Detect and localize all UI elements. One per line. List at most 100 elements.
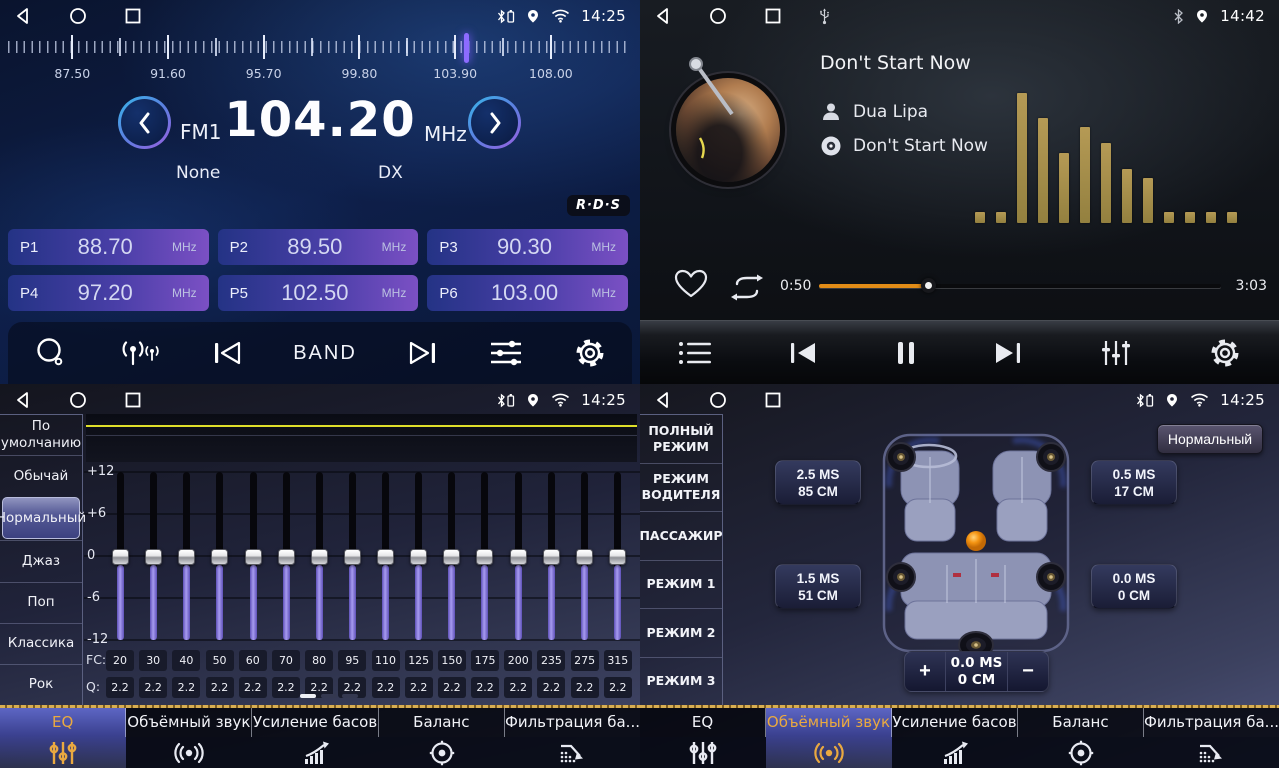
- listening-mode-item[interactable]: ПАССАЖИР: [640, 511, 722, 560]
- fc-value[interactable]: 50: [206, 650, 234, 671]
- fc-value[interactable]: 40: [172, 650, 200, 671]
- slider-handle[interactable]: [377, 549, 394, 565]
- slider-handle[interactable]: [476, 549, 493, 565]
- q-value[interactable]: 2.2: [537, 677, 565, 698]
- tab-surround[interactable]: Объёмный звук: [766, 708, 892, 768]
- eq-band-slider[interactable]: [443, 472, 460, 640]
- tab-bass-boost[interactable]: Усиление басов: [892, 708, 1018, 768]
- fc-value[interactable]: 95: [338, 650, 366, 671]
- eq-band-slider[interactable]: [112, 472, 129, 640]
- q-value[interactable]: 2.2: [571, 677, 599, 698]
- next-track-icon[interactable]: [993, 340, 1023, 366]
- tab-filter[interactable]: Фильтрация ба...: [1144, 708, 1279, 768]
- fc-value[interactable]: 60: [239, 650, 267, 671]
- nav-home-button[interactable]: [709, 7, 727, 25]
- progress-thumb[interactable]: [921, 278, 936, 293]
- settings-gear-icon[interactable]: [1209, 337, 1241, 369]
- fc-value[interactable]: 175: [471, 650, 499, 671]
- nav-recents-button[interactable]: [764, 7, 782, 25]
- eq-band-slider[interactable]: [311, 472, 328, 640]
- q-value[interactable]: 2.2: [139, 677, 167, 698]
- fc-value[interactable]: 275: [571, 650, 599, 671]
- eq-preset-item[interactable]: Нормальный: [2, 497, 80, 539]
- slider-handle[interactable]: [178, 549, 195, 565]
- listening-mode-item[interactable]: РЕЖИМ ВОДИТЕЛЯ: [640, 463, 722, 512]
- increase-delay-button[interactable]: +: [905, 652, 945, 691]
- slider-handle[interactable]: [410, 549, 427, 565]
- equalizer-icon[interactable]: [489, 339, 523, 367]
- progress-bar[interactable]: [819, 284, 1221, 288]
- next-station-icon[interactable]: [408, 340, 438, 366]
- q-value[interactable]: 2.2: [206, 677, 234, 698]
- eq-band-slider[interactable]: [410, 472, 427, 640]
- radio-preset-button[interactable]: P390.30MHz: [427, 229, 628, 265]
- q-value[interactable]: 2.2: [172, 677, 200, 698]
- slider-handle[interactable]: [145, 549, 162, 565]
- q-value[interactable]: 2.2: [372, 677, 400, 698]
- sound-profile-button[interactable]: Нормальный: [1157, 424, 1263, 454]
- listening-mode-item[interactable]: ПОЛНЫЙ РЕЖИМ: [640, 415, 722, 463]
- fc-value[interactable]: 20: [106, 650, 134, 671]
- car-cabin-view[interactable]: [877, 425, 1075, 657]
- fc-value[interactable]: 200: [504, 650, 532, 671]
- front-left-delay-button[interactable]: 2.5 MS 85 CM: [775, 460, 861, 505]
- q-value[interactable]: 2.2: [471, 677, 499, 698]
- band-button[interactable]: BAND: [293, 342, 357, 365]
- radio-preset-button[interactable]: P497.20MHz: [8, 275, 209, 311]
- fc-value[interactable]: 30: [139, 650, 167, 671]
- eq-band-slider[interactable]: [510, 472, 527, 640]
- radio-preset-button[interactable]: P289.50MHz: [218, 229, 419, 265]
- q-value[interactable]: 2.2: [438, 677, 466, 698]
- q-value[interactable]: 2.2: [106, 677, 134, 698]
- fc-value[interactable]: 315: [604, 650, 632, 671]
- radio-preset-button[interactable]: P5102.50MHz: [218, 275, 419, 311]
- fc-value[interactable]: 110: [372, 650, 400, 671]
- radio-preset-button[interactable]: P6103.00MHz: [427, 275, 628, 311]
- eq-preset-item[interactable]: Обычай: [0, 455, 82, 496]
- slider-handle[interactable]: [245, 549, 262, 565]
- slider-handle[interactable]: [543, 549, 560, 565]
- nav-recents-button[interactable]: [764, 391, 782, 409]
- slider-handle[interactable]: [443, 549, 460, 565]
- pause-icon[interactable]: [894, 339, 918, 367]
- audio-faders-icon[interactable]: [1099, 338, 1133, 368]
- nav-back-button[interactable]: [654, 7, 672, 25]
- decrease-delay-button[interactable]: −: [1008, 652, 1048, 691]
- eq-band-slider[interactable]: [344, 472, 361, 640]
- slider-handle[interactable]: [211, 549, 228, 565]
- fc-value[interactable]: 150: [438, 650, 466, 671]
- tab-eq[interactable]: EQ: [0, 708, 126, 768]
- slider-handle[interactable]: [510, 549, 527, 565]
- q-value[interactable]: 2.2: [239, 677, 267, 698]
- broadcast-icon[interactable]: [119, 338, 161, 368]
- tab-bass-boost[interactable]: Усиление басов: [252, 708, 378, 768]
- nav-home-button[interactable]: [69, 391, 87, 409]
- nav-home-button[interactable]: [69, 7, 87, 25]
- slider-handle[interactable]: [609, 549, 626, 565]
- eq-preset-item[interactable]: Поп: [0, 582, 82, 623]
- tab-filter[interactable]: Фильтрация ба...: [505, 708, 640, 768]
- eq-band-slider[interactable]: [576, 472, 593, 640]
- eq-band-slider[interactable]: [543, 472, 560, 640]
- slider-handle[interactable]: [576, 549, 593, 565]
- tab-balance[interactable]: Баланс: [379, 708, 505, 768]
- nav-home-button[interactable]: [709, 391, 727, 409]
- eq-band-slider[interactable]: [377, 472, 394, 640]
- nav-back-button[interactable]: [14, 7, 32, 25]
- nav-recents-button[interactable]: [124, 7, 142, 25]
- nav-back-button[interactable]: [14, 391, 32, 409]
- rear-left-delay-button[interactable]: 1.5 MS 51 CM: [775, 564, 861, 609]
- scan-icon[interactable]: [34, 336, 68, 370]
- rear-right-delay-button[interactable]: 0.0 MS 0 CM: [1091, 564, 1177, 609]
- eq-band-slider[interactable]: [145, 472, 162, 640]
- slider-handle[interactable]: [311, 549, 328, 565]
- eq-band-slider[interactable]: [211, 472, 228, 640]
- eq-preset-item[interactable]: По умолчанию: [0, 415, 82, 455]
- previous-track-icon[interactable]: [788, 340, 818, 366]
- repeat-icon[interactable]: [726, 271, 768, 303]
- tab-eq[interactable]: EQ: [640, 708, 766, 768]
- eq-band-slider[interactable]: [178, 472, 195, 640]
- tab-surround[interactable]: Объёмный звук: [126, 708, 252, 768]
- fc-value[interactable]: 70: [272, 650, 300, 671]
- frequency-dial[interactable]: 87.5091.6095.7099.80103.90108.00: [8, 33, 632, 83]
